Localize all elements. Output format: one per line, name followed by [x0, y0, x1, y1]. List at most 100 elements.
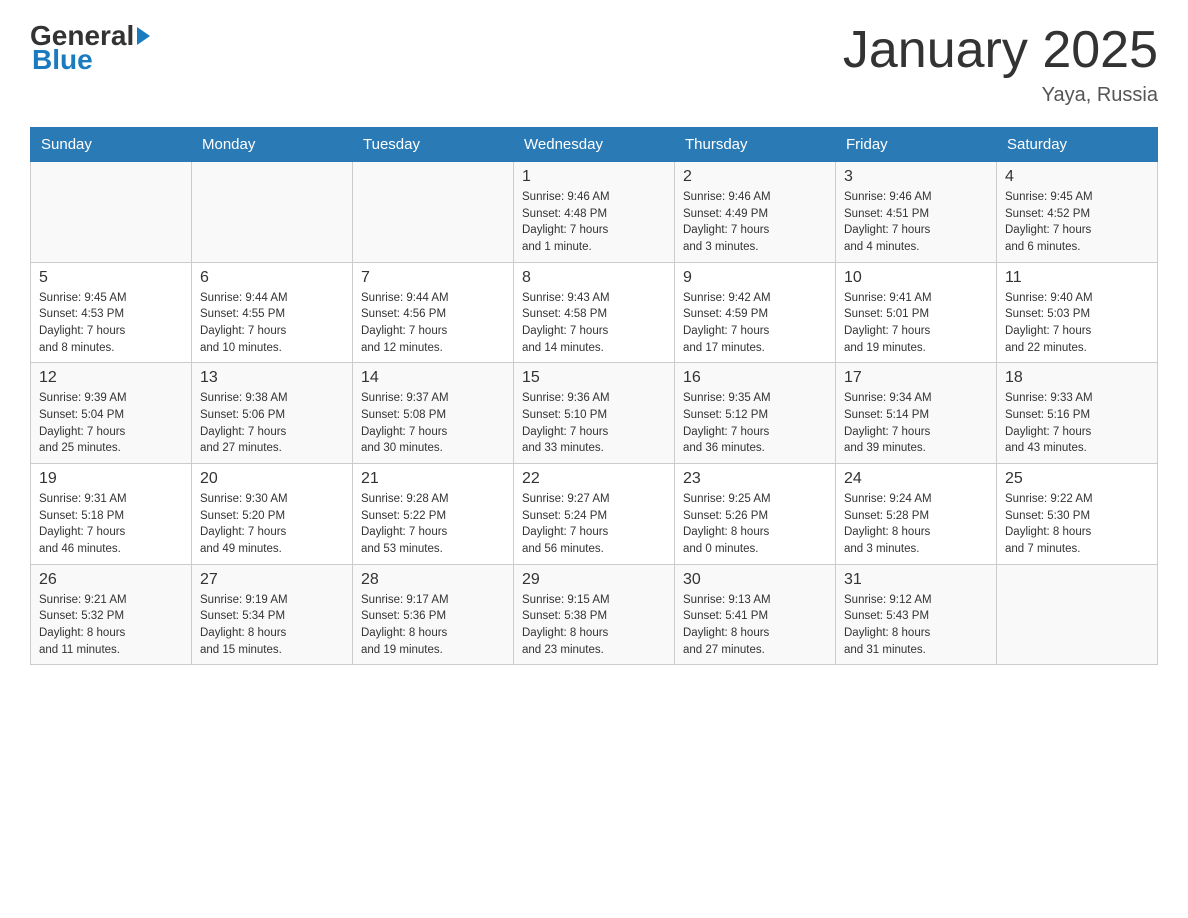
table-row: 4Sunrise: 9:45 AM Sunset: 4:52 PM Daylig…: [997, 162, 1158, 263]
day-number: 15: [522, 369, 666, 387]
day-info: Sunrise: 9:45 AM Sunset: 4:52 PM Dayligh…: [1005, 189, 1149, 256]
calendar-week-row: 1Sunrise: 9:46 AM Sunset: 4:48 PM Daylig…: [31, 162, 1158, 263]
day-info: Sunrise: 9:45 AM Sunset: 4:53 PM Dayligh…: [39, 290, 183, 357]
month-title: January 2025: [843, 20, 1158, 80]
table-row: 19 Sunrise: 9:31 AM Sunset: 5:18 PM Dayli…: [31, 464, 192, 565]
day-number: 28: [361, 571, 505, 589]
table-row: 2 Sunrise: 9:46 AM Sunset: 4:49 PM Daylig…: [675, 162, 836, 263]
day-number: 19: [39, 470, 183, 488]
table-row: 8Sunrise: 9:43 AM Sunset: 4:58 PM Daylig…: [514, 262, 675, 363]
day-number: 31: [844, 571, 988, 589]
table-row: 26 Sunrise: 9:21 AM Sunset: 5:32 PM Dayli…: [31, 564, 192, 665]
day-number: 18: [1005, 369, 1149, 387]
day-info: Sunrise: 9:46 AM Sunset: 4:48 PM Dayligh…: [522, 189, 666, 256]
day-info: Sunrise: 9:30 AM Sunset: 5:20 PM Dayligh…: [200, 491, 344, 558]
day-number: 25: [1005, 470, 1149, 488]
table-row: [997, 564, 1158, 665]
day-number: 24: [844, 470, 988, 488]
day-number: 13: [200, 369, 344, 387]
table-row: 9Sunrise: 9:42 AM Sunset: 4:59 PM Daylig…: [675, 262, 836, 363]
table-row: 14 Sunrise: 9:37 AM Sunset: 5:08 PM Dayli…: [353, 363, 514, 464]
table-row: 25 Sunrise: 9:22 AM Sunset: 5:30 PM Dayli…: [997, 464, 1158, 565]
table-row: 11 Sunrise: 9:40 AM Sunset: 5:03 PM Dayli…: [997, 262, 1158, 363]
calendar-week-row: 12Sunrise: 9:39 AM Sunset: 5:04 PM Dayli…: [31, 363, 1158, 464]
day-info: Sunrise: 9:31 AM Sunset: 5:18 PM Dayligh…: [39, 491, 183, 558]
table-row: 23Sunrise: 9:25 AM Sunset: 5:26 PM Dayli…: [675, 464, 836, 565]
day-info: Sunrise: 9:35 AM Sunset: 5:12 PM Dayligh…: [683, 390, 827, 457]
day-info: Sunrise: 9:33 AM Sunset: 5:16 PM Dayligh…: [1005, 390, 1149, 457]
day-number: 5: [39, 269, 183, 287]
calendar-week-row: 19 Sunrise: 9:31 AM Sunset: 5:18 PM Dayli…: [31, 464, 1158, 565]
logo: General Blue: [30, 20, 150, 76]
table-row: 16 Sunrise: 9:35 AM Sunset: 5:12 PM Dayli…: [675, 363, 836, 464]
table-row: 7 Sunrise: 9:44 AM Sunset: 4:56 PM Daylig…: [353, 262, 514, 363]
day-info: Sunrise: 9:40 AM Sunset: 5:03 PM Dayligh…: [1005, 290, 1149, 357]
table-row: 21 Sunrise: 9:28 AM Sunset: 5:22 PM Dayli…: [353, 464, 514, 565]
day-number: 16: [683, 369, 827, 387]
day-info: Sunrise: 9:17 AM Sunset: 5:36 PM Dayligh…: [361, 592, 505, 659]
header-saturday: Saturday: [997, 128, 1158, 162]
day-info: Sunrise: 9:12 AM Sunset: 5:43 PM Dayligh…: [844, 592, 988, 659]
table-row: 17 Sunrise: 9:34 AM Sunset: 5:14 PM Dayli…: [836, 363, 997, 464]
calendar-week-row: 26 Sunrise: 9:21 AM Sunset: 5:32 PM Dayli…: [31, 564, 1158, 665]
day-info: Sunrise: 9:46 AM Sunset: 4:51 PM Dayligh…: [844, 189, 988, 256]
day-number: 14: [361, 369, 505, 387]
table-row: 1Sunrise: 9:46 AM Sunset: 4:48 PM Daylig…: [514, 162, 675, 263]
header-thursday: Thursday: [675, 128, 836, 162]
day-number: 10: [844, 269, 988, 287]
header-sunday: Sunday: [31, 128, 192, 162]
day-info: Sunrise: 9:44 AM Sunset: 4:56 PM Dayligh…: [361, 290, 505, 357]
day-number: 6: [200, 269, 344, 287]
day-number: 20: [200, 470, 344, 488]
day-number: 21: [361, 470, 505, 488]
day-number: 7: [361, 269, 505, 287]
day-info: Sunrise: 9:44 AM Sunset: 4:55 PM Dayligh…: [200, 290, 344, 357]
day-number: 11: [1005, 269, 1149, 287]
table-row: 18 Sunrise: 9:33 AM Sunset: 5:16 PM Dayli…: [997, 363, 1158, 464]
day-number: 17: [844, 369, 988, 387]
day-number: 2: [683, 168, 827, 186]
day-info: Sunrise: 9:19 AM Sunset: 5:34 PM Dayligh…: [200, 592, 344, 659]
day-info: Sunrise: 9:37 AM Sunset: 5:08 PM Dayligh…: [361, 390, 505, 457]
day-number: 8: [522, 269, 666, 287]
table-row: 27 Sunrise: 9:19 AM Sunset: 5:34 PM Dayli…: [192, 564, 353, 665]
calendar-week-row: 5 Sunrise: 9:45 AM Sunset: 4:53 PM Daylig…: [31, 262, 1158, 363]
day-number: 27: [200, 571, 344, 589]
logo-arrow-icon: [137, 27, 150, 45]
day-info: Sunrise: 9:22 AM Sunset: 5:30 PM Dayligh…: [1005, 491, 1149, 558]
table-row: 13 Sunrise: 9:38 AM Sunset: 5:06 PM Dayli…: [192, 363, 353, 464]
table-row: [353, 162, 514, 263]
day-info: Sunrise: 9:41 AM Sunset: 5:01 PM Dayligh…: [844, 290, 988, 357]
day-info: Sunrise: 9:21 AM Sunset: 5:32 PM Dayligh…: [39, 592, 183, 659]
header-friday: Friday: [836, 128, 997, 162]
day-number: 26: [39, 571, 183, 589]
day-info: Sunrise: 9:27 AM Sunset: 5:24 PM Dayligh…: [522, 491, 666, 558]
day-number: 9: [683, 269, 827, 287]
day-info: Sunrise: 9:36 AM Sunset: 5:10 PM Dayligh…: [522, 390, 666, 457]
table-row: 10 Sunrise: 9:41 AM Sunset: 5:01 PM Dayli…: [836, 262, 997, 363]
day-info: Sunrise: 9:28 AM Sunset: 5:22 PM Dayligh…: [361, 491, 505, 558]
day-number: 12: [39, 369, 183, 387]
day-number: 22: [522, 470, 666, 488]
day-info: Sunrise: 9:38 AM Sunset: 5:06 PM Dayligh…: [200, 390, 344, 457]
header-tuesday: Tuesday: [353, 128, 514, 162]
day-number: 30: [683, 571, 827, 589]
day-number: 3: [844, 168, 988, 186]
day-info: Sunrise: 9:15 AM Sunset: 5:38 PM Dayligh…: [522, 592, 666, 659]
table-row: 5 Sunrise: 9:45 AM Sunset: 4:53 PM Daylig…: [31, 262, 192, 363]
table-row: 15 Sunrise: 9:36 AM Sunset: 5:10 PM Dayli…: [514, 363, 675, 464]
table-row: 31 Sunrise: 9:12 AM Sunset: 5:43 PM Dayli…: [836, 564, 997, 665]
table-row: 30 Sunrise: 9:13 AM Sunset: 5:41 PM Dayli…: [675, 564, 836, 665]
day-info: Sunrise: 9:13 AM Sunset: 5:41 PM Dayligh…: [683, 592, 827, 659]
logo-text-blue: Blue: [32, 44, 93, 76]
day-info: Sunrise: 9:46 AM Sunset: 4:49 PM Dayligh…: [683, 189, 827, 256]
calendar-table: Sunday Monday Tuesday Wednesday Thursday…: [30, 127, 1158, 665]
table-row: [31, 162, 192, 263]
day-info: Sunrise: 9:24 AM Sunset: 5:28 PM Dayligh…: [844, 491, 988, 558]
day-info: Sunrise: 9:34 AM Sunset: 5:14 PM Dayligh…: [844, 390, 988, 457]
day-info: Sunrise: 9:25 AM Sunset: 5:26 PM Dayligh…: [683, 491, 827, 558]
table-row: 6 Sunrise: 9:44 AM Sunset: 4:55 PM Daylig…: [192, 262, 353, 363]
header-monday: Monday: [192, 128, 353, 162]
table-row: 20 Sunrise: 9:30 AM Sunset: 5:20 PM Dayli…: [192, 464, 353, 565]
day-number: 29: [522, 571, 666, 589]
